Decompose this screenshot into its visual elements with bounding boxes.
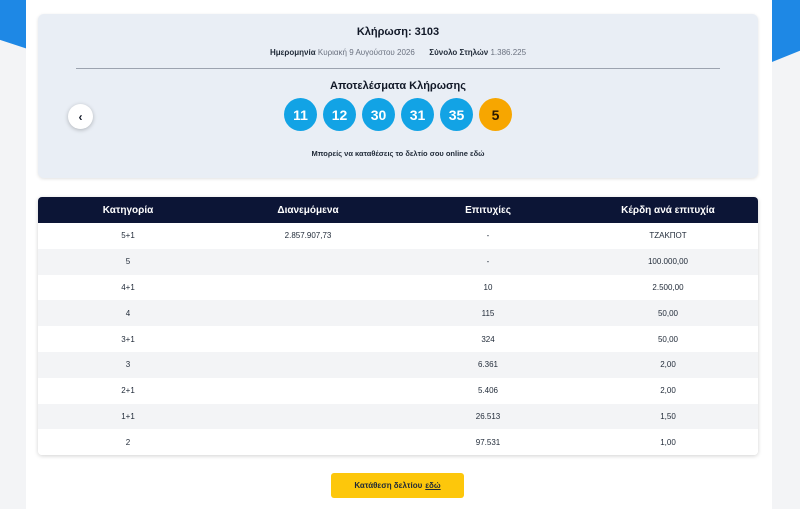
cell-category: 4+1 xyxy=(121,282,135,292)
cell-category: 2 xyxy=(125,437,131,447)
winning-numbers: 11 12 30 31 35 5 xyxy=(38,98,758,131)
table-row: 1+1 26.513 1,50 xyxy=(38,403,758,430)
table-row: 4+1 10 2.500,00 xyxy=(38,274,758,301)
header-prize-per-win: Κέρδη ανά επιτυχία xyxy=(621,204,715,216)
cell-prize: 50,00 xyxy=(657,334,679,344)
submit-ticket-label: Κατάθεση δελτίου xyxy=(354,481,423,490)
results-title: Αποτελέσματα Κλήρωσης xyxy=(330,80,466,92)
cell-prize: 2,00 xyxy=(660,360,676,370)
cell-category: 5 xyxy=(125,257,131,267)
number-ball: 11 xyxy=(284,98,317,131)
cell-prize: 100.000,00 xyxy=(647,257,689,267)
bonus-ball: 5 xyxy=(479,98,512,131)
cell-prize: 2.500,00 xyxy=(652,282,684,292)
draw-meta: Ημερομηνία Κυριακή 9 Αυγούστου 2026 Σύνο… xyxy=(38,48,758,57)
cell-category: 4 xyxy=(125,308,131,318)
cell-category: 3+1 xyxy=(121,334,135,344)
date-value: Κυριακή 9 Αυγούστου 2026 xyxy=(317,48,415,57)
cell-winners: 5.406 xyxy=(477,386,499,396)
columns-value: 1.386.225 xyxy=(490,48,527,57)
cell-winners: - xyxy=(486,257,490,267)
divider xyxy=(76,68,720,69)
table-row: 5 - 100.000,00 xyxy=(38,248,758,275)
cell-category: 2+1 xyxy=(121,386,135,396)
header-winners: Επιτυχίες xyxy=(465,204,511,216)
columns-label: Σύνολο Στηλών xyxy=(429,48,489,57)
cell-category: 1+1 xyxy=(121,411,135,421)
cell-winners: 115 xyxy=(481,308,495,318)
table-body: 5+1 2.857.907,73 - ΤΖΑΚΠΟΤ 5 - 100.000,0… xyxy=(38,223,758,455)
cell-prize: 50,00 xyxy=(657,308,679,318)
cell-category: 5+1 xyxy=(121,231,135,241)
date-label: Ημερομηνία xyxy=(269,48,316,57)
cell-category: 3 xyxy=(125,360,131,370)
table-row: 4 115 50,00 xyxy=(38,300,758,327)
header-category: Κατηγορία xyxy=(102,204,154,216)
cell-winners: 6.361 xyxy=(477,360,499,370)
header-distributed: Διανεμόμενα xyxy=(277,204,339,216)
cell-prize: 2,00 xyxy=(660,386,676,396)
submit-ticket-button[interactable]: Κατάθεση δελτίου εδώ xyxy=(331,473,464,498)
cell-winners: 26.513 xyxy=(475,411,501,421)
cell-prize: 1,50 xyxy=(660,411,676,421)
table-header: Κατηγορία Διανεμόμενα Επιτυχίες Κέρδη αν… xyxy=(38,197,758,223)
draw-info-card: Κλήρωση: 3103 Ημερομηνία Κυριακή 9 Αυγού… xyxy=(38,14,758,178)
cell-winners: 97.531 xyxy=(475,437,501,447)
number-ball: 12 xyxy=(323,98,356,131)
cell-prize: 1,00 xyxy=(660,437,676,447)
table-row: 3 6.361 2,00 xyxy=(38,351,758,378)
cell-winners: - xyxy=(486,231,490,241)
number-ball: 30 xyxy=(362,98,395,131)
draw-title: Κλήρωση: 3103 xyxy=(356,26,440,38)
table-row: 2 97.531 1,00 xyxy=(38,429,758,455)
cell-distributed: 2.857.907,73 xyxy=(284,231,332,241)
number-ball: 35 xyxy=(440,98,473,131)
cell-prize: ΤΖΑΚΠΟΤ xyxy=(649,231,687,241)
cell-winners: 324 xyxy=(481,334,495,344)
page-container: Κλήρωση: 3103 Ημερομηνία Κυριακή 9 Αυγού… xyxy=(26,0,772,509)
prize-table: Κατηγορία Διανεμόμενα Επιτυχίες Κέρδη αν… xyxy=(38,197,758,455)
submit-ticket-link[interactable]: εδώ xyxy=(425,481,440,490)
cell-winners: 10 xyxy=(483,282,493,292)
table-row: 3+1 324 50,00 xyxy=(38,326,758,352)
table-row: 2+1 5.406 2,00 xyxy=(38,377,758,404)
table-row: 5+1 2.857.907,73 - ΤΖΑΚΠΟΤ xyxy=(38,223,758,249)
number-ball: 31 xyxy=(401,98,434,131)
online-submit-note[interactable]: Μπορείς να καταθέσεις το δελτίο σου onli… xyxy=(38,149,758,158)
